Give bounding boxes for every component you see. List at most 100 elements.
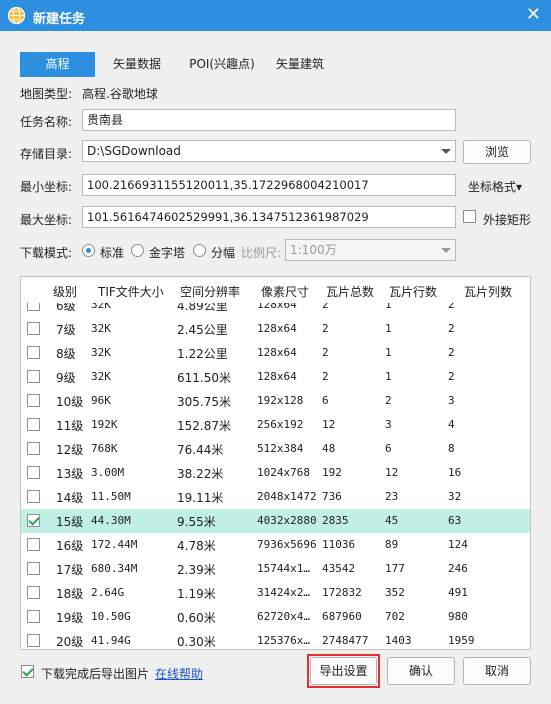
cancel-button[interactable]: 取消	[463, 657, 531, 685]
row-checkbox[interactable]	[27, 586, 40, 599]
task-name-input[interactable]: 贵南县	[82, 109, 456, 131]
col-tile-rows: 瓦片行数	[389, 285, 438, 299]
table-scrollbar[interactable]	[520, 303, 530, 649]
cell-px: 128x64	[257, 346, 297, 359]
table-row[interactable]: 9级 32K 611.50米 128x64 2 1 2	[21, 365, 530, 389]
cell-level: 18级	[56, 587, 84, 601]
storage-dir-select[interactable]: D:\SGDownload	[82, 140, 456, 162]
table-row[interactable]: 17级 680.34M 2.39米 15744x1… 43542 177 246	[21, 557, 530, 581]
row-checkbox[interactable]	[27, 346, 40, 359]
cell-total: 687960	[322, 610, 362, 623]
cell-px: 192x128	[257, 394, 304, 407]
cell-res: 38.22米	[177, 467, 224, 481]
mode-sheet-radio[interactable]	[193, 244, 206, 257]
close-icon[interactable]: ✕	[526, 4, 541, 26]
mode-standard-radio[interactable]	[82, 244, 95, 257]
row-checkbox[interactable]	[27, 538, 40, 551]
cell-level: 10级	[56, 395, 84, 409]
cell-cols: 491	[448, 586, 468, 599]
col-tile-total: 瓦片总数	[326, 285, 375, 299]
cell-px: 4032x2880	[257, 514, 317, 527]
online-help-link[interactable]: 在线帮助	[155, 665, 203, 682]
table-row[interactable]: 19级 10.50G 0.60米 62720x4… 687960 702 980	[21, 605, 530, 629]
cell-res: 611.50米	[177, 371, 231, 385]
export-settings-button[interactable]: 导出设置	[310, 657, 377, 685]
storage-dir-label: 存储目录:	[20, 147, 73, 161]
cell-res: 76.44米	[177, 443, 224, 457]
table-row[interactable]: 20级 41.94G 0.30米 125376x… 2748477 1403 1959	[21, 629, 530, 649]
title-bar: 新建任务 ✕	[0, 0, 551, 31]
row-checkbox[interactable]	[27, 418, 40, 431]
tab-poi[interactable]: POI(兴趣点)	[180, 52, 264, 77]
tab-vector-building[interactable]: 矢量建筑	[268, 52, 332, 77]
table-row[interactable]: 7级 32K 2.45公里 128x64 2 1 2	[21, 317, 530, 341]
coord-format-button[interactable]: 坐标格式▾	[468, 178, 522, 195]
cell-res: 2.45公里	[177, 323, 228, 337]
mode-pyramid-radio[interactable]	[131, 244, 144, 257]
cell-total: 2748477	[322, 634, 369, 647]
cell-rows: 3	[385, 418, 392, 431]
cell-rows: 2	[385, 394, 392, 407]
row-checkbox[interactable]	[27, 370, 40, 383]
row-checkbox[interactable]	[27, 466, 40, 479]
cell-res: 1.22公里	[177, 347, 228, 361]
min-coord-input[interactable]: 100.2166931155120011,35.1722968004210017	[82, 174, 456, 196]
cell-px: 256x192	[257, 418, 304, 431]
chevron-down-icon	[441, 149, 451, 154]
cell-total: 2835	[322, 514, 349, 527]
row-checkbox[interactable]	[27, 634, 40, 647]
table-row[interactable]: 8级 32K 1.22公里 128x64 2 1 2	[21, 341, 530, 365]
table-row[interactable]: 12级 768K 76.44米 512x384 48 6 8	[21, 437, 530, 461]
cell-size: 3.00M	[91, 466, 125, 479]
row-checkbox[interactable]	[27, 442, 40, 455]
tab-elevation[interactable]: 高程	[20, 52, 95, 77]
row-checkbox[interactable]	[27, 610, 40, 623]
row-checkbox[interactable]	[27, 514, 40, 527]
cell-total: 11036	[322, 538, 356, 551]
scale-select: 1:100万	[285, 239, 456, 261]
tab-vector-data[interactable]: 矢量数据	[103, 52, 171, 77]
cell-level: 8级	[56, 347, 76, 361]
cell-total: 192	[322, 466, 342, 479]
col-tile-cols: 瓦片列数	[464, 285, 513, 299]
cell-total: 172832	[322, 586, 362, 599]
outer-rect-checkbox[interactable]	[463, 210, 476, 223]
cell-res: 0.60米	[177, 611, 216, 625]
table-row[interactable]: 18级 2.64G 1.19米 31424x2… 172832 352 491	[21, 581, 530, 605]
cell-size: 11.50M	[91, 490, 131, 503]
cell-rows: 1	[385, 322, 392, 335]
confirm-button[interactable]: 确认	[387, 657, 455, 685]
new-task-dialog: 新建任务 ✕ 高程 矢量数据 POI(兴趣点) 矢量建筑 地图类型: 高程.谷歌…	[0, 0, 551, 704]
cell-size: 32K	[91, 322, 111, 335]
row-checkbox[interactable]	[27, 562, 40, 575]
cell-cols: 3	[448, 394, 455, 407]
cell-res: 4.78米	[177, 539, 216, 553]
cell-total: 2	[322, 322, 329, 335]
col-tif-size: TIF文件大小	[98, 285, 164, 299]
table-row[interactable]: 13级 3.00M 38.22米 1024x768 192 12 16	[21, 461, 530, 485]
row-checkbox[interactable]	[27, 490, 40, 503]
cell-level: 12级	[56, 443, 84, 457]
row-checkbox[interactable]	[27, 394, 40, 407]
table-row[interactable]: 15级 44.30M 9.55米 4032x2880 2835 45 63	[21, 509, 530, 533]
browse-button[interactable]: 浏览	[463, 140, 531, 164]
cell-total: 736	[322, 490, 342, 503]
table-row[interactable]: 14级 11.50M 19.11米 2048x1472 736 23 32	[21, 485, 530, 509]
export-after-download-checkbox[interactable]	[21, 665, 34, 678]
table-row[interactable]: 11级 192K 152.87米 256x192 12 3 4	[21, 413, 530, 437]
cell-px: 31424x2…	[257, 586, 310, 599]
cell-total: 43542	[322, 562, 356, 575]
max-coord-input[interactable]: 101.5616474602529991,36.1347512361987029	[82, 206, 456, 228]
table-row[interactable]: 10级 96K 305.75米 192x128 6 2 3	[21, 389, 530, 413]
cell-total: 2	[322, 370, 329, 383]
cell-size: 44.30M	[91, 514, 131, 527]
cell-px: 15744x1…	[257, 562, 310, 575]
mode-sheet-label: 分幅	[211, 246, 236, 260]
table-row[interactable]: 16级 172.44M 4.78米 7936x5696 11036 89 124	[21, 533, 530, 557]
row-checkbox[interactable]	[27, 322, 40, 335]
map-type-label: 地图类型:	[20, 87, 73, 101]
cell-level: 14级	[56, 491, 84, 505]
cell-px: 7936x5696	[257, 538, 317, 551]
task-name-label: 任务名称:	[20, 115, 73, 129]
cell-rows: 6	[385, 442, 392, 455]
